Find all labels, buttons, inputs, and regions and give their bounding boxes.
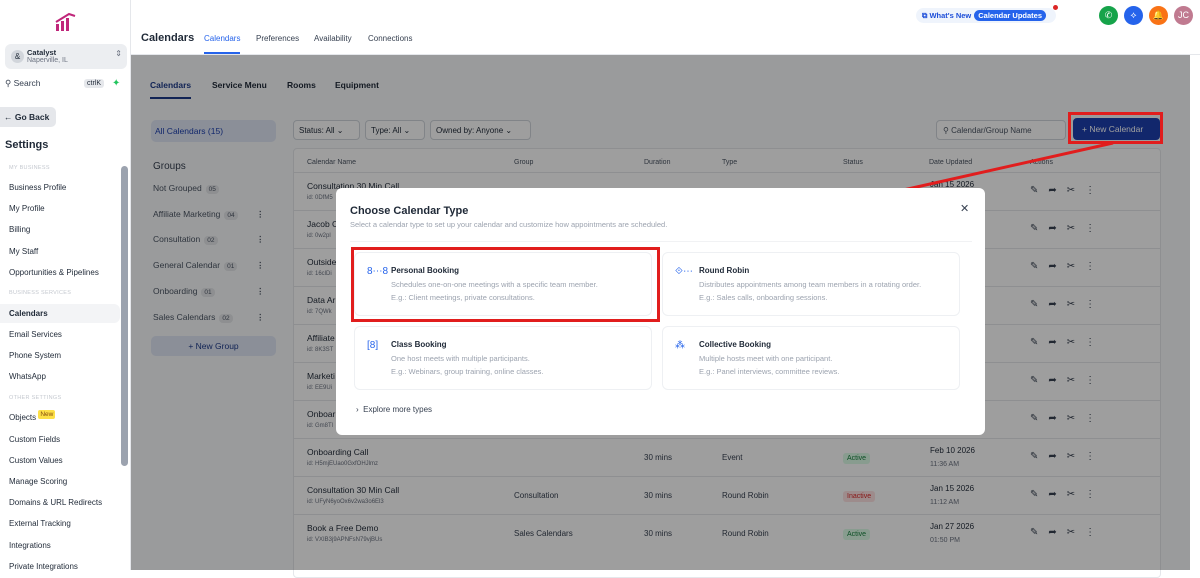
tab-availability[interactable]: Availability (314, 34, 352, 43)
option-title: Collective Booking (699, 340, 772, 349)
new-badge: New (38, 410, 56, 419)
settings-heading: Settings (5, 139, 49, 151)
whats-new-label: What's New (929, 11, 972, 20)
search-icon: ⚲ (5, 78, 14, 88)
page-title: Calendars (141, 32, 195, 44)
divider (350, 241, 972, 242)
option-class-booking[interactable]: [8] Class Booking One host meets with mu… (354, 326, 652, 390)
section-label: MY BUSINESS (9, 165, 50, 171)
logo-icon (55, 12, 76, 31)
highlight-box (351, 247, 660, 322)
sidebar-item-email-services[interactable]: Email Services (0, 325, 120, 344)
chevron-updown-icon: ⇕ (115, 49, 122, 58)
option-example: E.g.: Webinars, group training, online c… (391, 367, 544, 376)
round-robin-icon: ⟐⋯ (675, 266, 693, 277)
whats-new-button[interactable]: ⧉ What's New Calendar Updates (916, 5, 1058, 23)
option-round-robin[interactable]: ⟐⋯ Round Robin Distributes appointments … (662, 252, 960, 316)
class-booking-icon: [8] (367, 340, 379, 351)
option-title: Class Booking (391, 340, 447, 349)
section-label: BUSINESS SERVICES (9, 290, 72, 296)
launchpad-icon[interactable]: ⟡ (1124, 6, 1143, 25)
option-title: Round Robin (699, 266, 750, 275)
sidebar-item-whatsapp[interactable]: WhatsApp (0, 367, 120, 386)
explore-more-types-toggle[interactable]: › Explore more types (356, 405, 432, 414)
phone-icon[interactable]: ✆ (1099, 6, 1118, 25)
sidebar-item-custom-values[interactable]: Custom Values (0, 451, 120, 470)
notification-dot (1053, 5, 1058, 10)
account-name: Catalyst (27, 48, 57, 57)
bell-icon[interactable]: 🔔 (1149, 6, 1168, 25)
sidebar-item-domains[interactable]: Domains & URL Redirects (0, 493, 120, 512)
sidebar-item-my-staff[interactable]: My Staff (0, 242, 120, 261)
highlight-box (1068, 112, 1163, 144)
go-back-button[interactable]: ← Go Back (0, 107, 56, 127)
option-example: E.g.: Sales calls, onboarding sessions. (699, 293, 828, 302)
sidebar-item-business-profile[interactable]: Business Profile (0, 178, 120, 197)
account-location: Naperville, IL (27, 57, 68, 64)
sidebar-item-integrations[interactable]: Integrations (0, 536, 120, 555)
sidebar-item-custom-fields[interactable]: Custom Fields (0, 430, 120, 449)
search-label: Search (13, 78, 41, 88)
sparkle-icon[interactable]: ✦ (112, 78, 120, 89)
tab-connections[interactable]: Connections (368, 34, 412, 43)
explore-label: Explore more types (363, 405, 433, 414)
scrollbar[interactable] (121, 166, 128, 466)
option-example: E.g.: Panel interviews, committee review… (699, 367, 840, 376)
sidebar-item-opportunities[interactable]: Opportunities & Pipelines (0, 263, 120, 282)
section-label: OTHER SETTINGS (9, 395, 62, 401)
collective-booking-icon: ⁂ (675, 340, 685, 351)
sidebar-item-manage-scoring[interactable]: Manage Scoring (0, 472, 120, 491)
sidebar-item-phone-system[interactable]: Phone System (0, 346, 120, 365)
account-switcher[interactable]: & Catalyst Naperville, IL ⇕ (5, 44, 127, 69)
sidebar-item-objects[interactable]: Objects New (0, 408, 120, 427)
tab-preferences[interactable]: Preferences (256, 34, 299, 43)
shortcut-badge: ctrlK (84, 79, 104, 88)
sidebar-item-billing[interactable]: Billing (0, 220, 120, 239)
modal-subtitle: Select a calendar type to set up your ca… (350, 220, 668, 229)
option-desc: One host meets with multiple participant… (391, 354, 530, 363)
tab-calendars[interactable]: Calendars (204, 34, 241, 54)
close-icon[interactable]: ✕ (960, 202, 969, 215)
sidebar-item-private-integrations[interactable]: Private Integrations (0, 557, 120, 576)
account-icon: & (11, 50, 24, 63)
avatar[interactable]: JC (1174, 6, 1193, 25)
sidebar-item-calendars[interactable]: Calendars (0, 304, 120, 323)
option-collective-booking[interactable]: ⁂ Collective Booking Multiple hosts meet… (662, 326, 960, 390)
sidebar-item-external-tracking[interactable]: External Tracking (0, 514, 120, 533)
item-label: Objects (9, 413, 37, 422)
sidebar-item-my-profile[interactable]: My Profile (0, 199, 120, 218)
sidebar: & Catalyst Naperville, IL ⇕ ⚲ Search ctr… (0, 0, 131, 571)
modal-title: Choose Calendar Type (350, 205, 469, 217)
calendar-updates-pill: Calendar Updates (974, 10, 1047, 21)
option-desc: Distributes appointments among team memb… (699, 280, 922, 289)
top-header: Calendars Calendars Preferences Availabi… (131, 0, 1200, 55)
option-desc: Multiple hosts meet with one participant… (699, 354, 833, 363)
